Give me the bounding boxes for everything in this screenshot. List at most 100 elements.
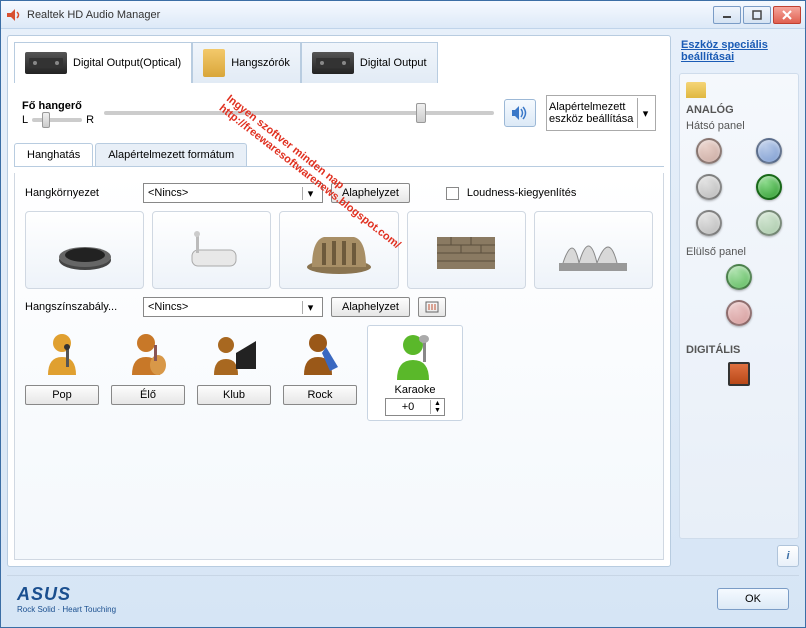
karaoke-label: Karaoke (395, 384, 436, 396)
eq-button-pop[interactable]: Pop (25, 385, 99, 405)
env-tile-opera[interactable] (534, 211, 653, 289)
environment-select[interactable]: <Nincs> ▾ (143, 183, 323, 203)
jack-front-0[interactable] (726, 264, 752, 290)
chevron-down-icon: ▾ (637, 98, 653, 128)
environment-value: <Nincs> (148, 187, 188, 199)
amplifier-icon (312, 52, 354, 74)
env-tile-arena[interactable] (279, 211, 398, 289)
analog-header: ANALÓG (686, 104, 792, 116)
environment-row: Hangkörnyezet <Nincs> ▾ Alaphelyzet Loud… (25, 183, 653, 203)
main-volume-slider[interactable] (104, 104, 494, 122)
front-jacks (686, 264, 792, 326)
mute-button[interactable] (504, 99, 536, 127)
loudness-label: Loudness-kiegyenlítés (467, 187, 576, 199)
digital-header: DIGITÁLIS (686, 344, 792, 356)
brand-block: ASUS Rock Solid · Heart Touching (17, 584, 116, 614)
person-eguitar-icon (292, 325, 348, 381)
person-guitar-icon (120, 325, 176, 381)
karaoke-value: +0 (386, 401, 430, 413)
device-select-label: Alapértelmezett eszköz beállítása (549, 101, 637, 125)
front-panel-label: Elülső panel (686, 246, 792, 258)
tab-label: Digital Output(Optical) (73, 57, 181, 69)
advanced-settings-link[interactable]: Eszköz speciális beállításai (679, 35, 799, 67)
eq-button-club[interactable]: Klub (197, 385, 271, 405)
titlebar: Realtek HD Audio Manager (1, 1, 805, 29)
environment-presets (25, 211, 653, 289)
jack-front-1[interactable] (726, 300, 752, 326)
digital-jacks (686, 362, 792, 386)
jack-back-0[interactable] (696, 138, 722, 164)
person-icon (34, 325, 90, 381)
connector-panel: ANALÓG Hátsó panel Elülső panel (679, 73, 799, 539)
jack-back-4[interactable] (696, 210, 722, 236)
volume-row: Fő hangerő L R Alapértelmez (14, 89, 664, 137)
env-tile-sewer[interactable] (25, 211, 144, 289)
app-icon (5, 7, 21, 23)
audio-manager-window: Realtek HD Audio Manager Digital Output(… (0, 0, 806, 628)
speakers-icon (203, 49, 225, 77)
amplifier-icon (25, 52, 67, 74)
person-piano-icon (206, 325, 262, 381)
info-button[interactable]: i (777, 545, 799, 567)
volume-label: Fő hangerő (22, 100, 94, 112)
eq-presets-row: Pop Élő Klub (25, 325, 653, 421)
balance-right: R (86, 114, 94, 126)
eq-preset-pop: Pop (25, 325, 99, 405)
env-tile-bathroom[interactable] (152, 211, 271, 289)
env-tile-stone[interactable] (407, 211, 526, 289)
window-buttons (713, 6, 801, 24)
balance-slider[interactable]: L R (22, 114, 94, 126)
back-jacks (686, 138, 792, 236)
minimize-button[interactable] (713, 6, 741, 24)
jack-back-5[interactable] (756, 210, 782, 236)
default-device-select[interactable]: Alapértelmezett eszköz beállítása ▾ (546, 95, 656, 131)
effect-tabs: Hanghatás Alapértelmezett formátum (14, 143, 664, 167)
balance-left: L (22, 114, 28, 126)
equalizer-expand-button[interactable] (418, 297, 446, 317)
tab-digital-output[interactable]: Digital Output (301, 42, 438, 83)
device-tabs: Digital Output(Optical) Hangszórók Digit… (14, 42, 664, 83)
main-panel: Digital Output(Optical) Hangszórók Digit… (7, 35, 671, 567)
equalizer-reset-button[interactable]: Alaphelyzet (331, 297, 410, 317)
tab-label: Digital Output (360, 57, 427, 69)
karaoke-box: Karaoke +0 ▲▼ (367, 325, 463, 421)
jack-back-3[interactable] (756, 174, 782, 200)
brand-logo: ASUS (17, 584, 116, 605)
equalizer-select[interactable]: <Nincs> ▾ (143, 297, 323, 317)
ok-button[interactable]: OK (717, 588, 789, 610)
close-button[interactable] (773, 6, 801, 24)
environment-reset-button[interactable]: Alaphelyzet (331, 183, 410, 203)
spinner-arrows: ▲▼ (430, 400, 444, 414)
brand-tagline: Rock Solid · Heart Touching (17, 605, 116, 614)
tab-digital-optical[interactable]: Digital Output(Optical) (14, 42, 192, 83)
jack-digital-0[interactable] (728, 362, 750, 386)
chevron-down-icon: ▾ (302, 301, 318, 314)
side-panel: Eszköz speciális beállításai ANALÓG Háts… (679, 35, 799, 567)
equalizer-row: Hangszínszabály... <Nincs> ▾ Alaphelyzet (25, 297, 653, 317)
eq-preset-club: Klub (197, 325, 271, 405)
jack-back-1[interactable] (756, 138, 782, 164)
chevron-down-icon: ▾ (302, 187, 318, 200)
karaoke-spinner[interactable]: +0 ▲▼ (385, 398, 445, 416)
tab-label: Hangszórók (231, 57, 290, 69)
eq-button-rock[interactable]: Rock (283, 385, 357, 405)
loudness-checkbox[interactable] (446, 187, 459, 200)
maximize-button[interactable] (743, 6, 771, 24)
window-title: Realtek HD Audio Manager (27, 9, 713, 21)
effect-panel: Hangkörnyezet <Nincs> ▾ Alaphelyzet Loud… (14, 173, 664, 560)
equalizer-value: <Nincs> (148, 301, 188, 313)
eq-button-live[interactable]: Élő (111, 385, 185, 405)
folder-icon[interactable] (686, 82, 706, 98)
eq-presets: Pop Élő Klub (25, 325, 357, 405)
jack-back-2[interactable] (696, 174, 722, 200)
main-row: Digital Output(Optical) Hangszórók Digit… (7, 35, 799, 567)
subtab-sound-effect[interactable]: Hanghatás (14, 143, 93, 166)
environment-label: Hangkörnyezet (25, 187, 135, 199)
content: Digital Output(Optical) Hangszórók Digit… (1, 29, 805, 627)
tab-speakers[interactable]: Hangszórók (192, 42, 301, 83)
equalizer-label: Hangszínszabály... (25, 301, 135, 313)
eq-preset-rock: Rock (283, 325, 357, 405)
footer: ASUS Rock Solid · Heart Touching OK (7, 575, 799, 621)
subtab-default-format[interactable]: Alapértelmezett formátum (95, 143, 247, 166)
karaoke-icon (389, 330, 441, 382)
